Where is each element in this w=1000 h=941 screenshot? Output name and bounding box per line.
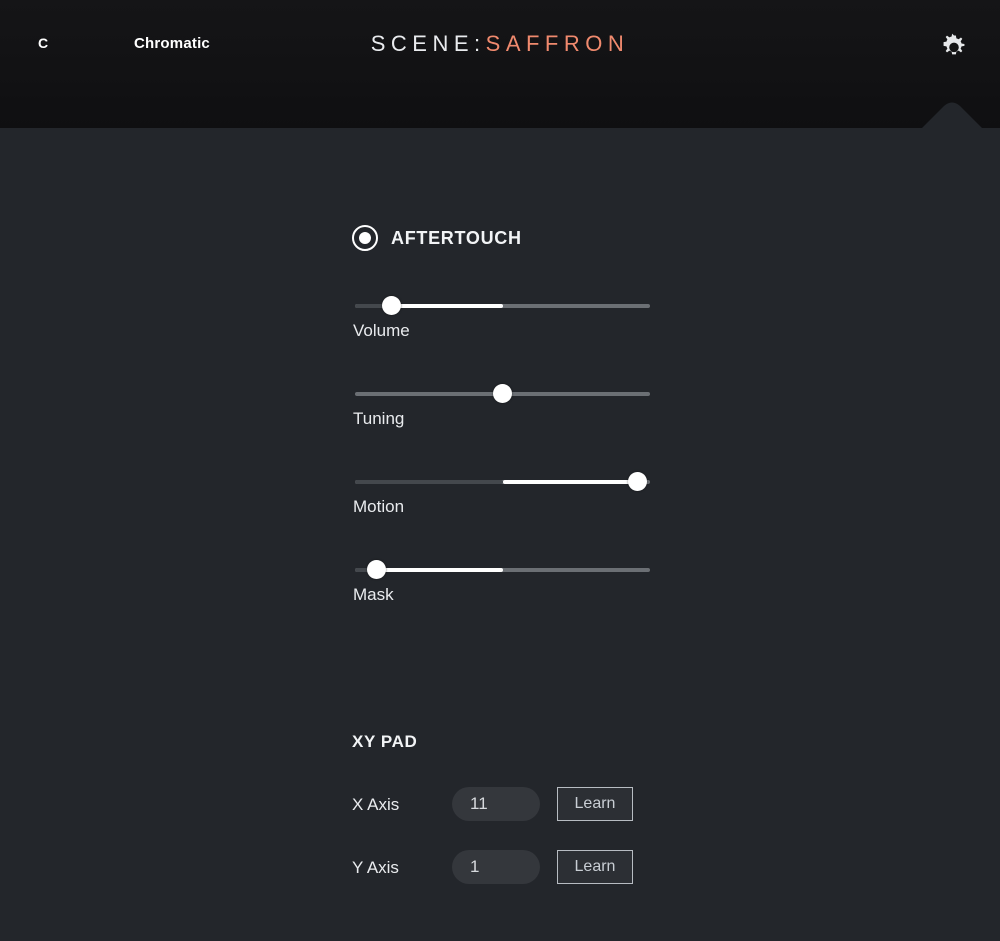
xypad-row-y: Y Axis Learn — [352, 850, 652, 913]
slider-motion[interactable]: Motion — [352, 456, 652, 544]
track-fill-volume — [393, 304, 504, 308]
y-axis-learn-button[interactable]: Learn — [557, 850, 633, 884]
title-prefix: SCENE — [370, 31, 475, 56]
slider-track-motion[interactable] — [355, 480, 650, 484]
slider-tuning[interactable]: Tuning — [352, 368, 652, 456]
slider-label-motion: Motion — [353, 497, 405, 516]
header-content: C Chromatic SCENE:SAFFRON — [0, 0, 1000, 92]
slider-track-mask[interactable] — [355, 568, 650, 572]
slider-thumb-volume[interactable] — [382, 296, 402, 315]
app-header: C Chromatic SCENE:SAFFRON — [0, 0, 1000, 128]
title-separator: : — [474, 31, 486, 56]
aftertouch-title: AFTERTOUCH — [391, 227, 522, 248]
x-axis-label: X Axis — [352, 795, 400, 814]
track-fill-motion — [503, 480, 637, 484]
y-axis-cc-input[interactable] — [452, 850, 540, 884]
slider-mask[interactable]: Mask — [352, 544, 652, 632]
control-panel: AFTERTOUCH Volume Tuning Motion Mask XY … — [0, 128, 1000, 941]
y-axis-label: Y Axis — [352, 858, 399, 877]
slider-label-volume: Volume — [353, 321, 410, 340]
settings-button[interactable] — [936, 30, 972, 66]
slider-label-mask: Mask — [353, 585, 394, 604]
xypad-row-x: X Axis Learn — [352, 787, 652, 850]
aftertouch-radio[interactable] — [352, 225, 378, 251]
xypad-section: XY PAD X Axis Learn Y Axis Learn — [352, 732, 652, 884]
radio-selected-dot — [359, 232, 371, 244]
slider-thumb-mask[interactable] — [366, 560, 386, 579]
track-lead-motion — [355, 480, 504, 484]
x-axis-learn-button[interactable]: Learn — [557, 787, 633, 821]
aftertouch-sliders: Volume Tuning Motion Mask — [352, 280, 652, 632]
slider-label-tuning: Tuning — [353, 409, 405, 428]
xypad-title: XY PAD — [352, 732, 418, 751]
page-title: SCENE:SAFFRON — [0, 31, 1000, 57]
x-axis-cc-input[interactable] — [452, 787, 540, 821]
aftertouch-header: AFTERTOUCH — [352, 224, 652, 252]
xypad-axis-rows: X Axis Learn Y Axis Learn — [352, 787, 652, 913]
slider-thumb-motion[interactable] — [628, 472, 648, 491]
header-pointer-notch — [922, 100, 982, 128]
track-fill-mask — [378, 568, 504, 572]
aftertouch-section: AFTERTOUCH Volume Tuning Motion Mask — [352, 224, 652, 604]
title-scene-name: SAFFRON — [485, 31, 630, 56]
slider-thumb-tuning[interactable] — [493, 384, 513, 403]
slider-volume[interactable]: Volume — [352, 280, 652, 368]
gear-icon — [939, 33, 969, 63]
